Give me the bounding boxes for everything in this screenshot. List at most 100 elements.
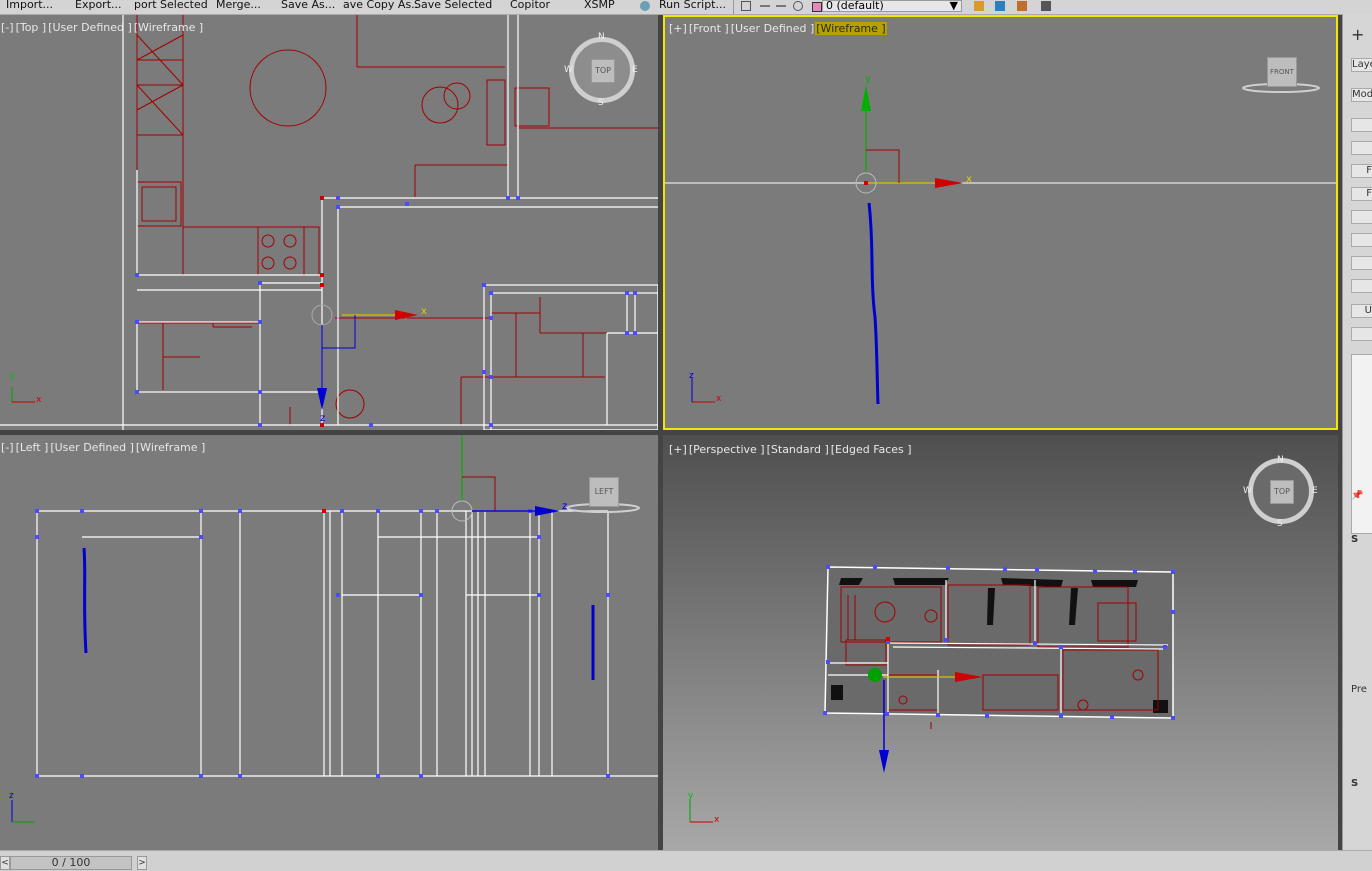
viewport-left-label[interactable]: [-] [Left ] [User Defined ] [Wireframe ] <box>0 441 206 454</box>
gizmo-z-label: z <box>320 413 326 424</box>
viewcube-face[interactable]: TOP <box>1270 480 1294 504</box>
copitor-button[interactable]: Copitor <box>510 0 550 12</box>
compass-s: S <box>1277 519 1283 529</box>
compass-n: N <box>598 32 605 42</box>
axis-x-label: x <box>716 394 722 404</box>
line-icon[interactable] <box>776 5 786 7</box>
create-tab-icon[interactable]: + <box>1351 26 1372 46</box>
panel-button[interactable] <box>1351 279 1372 293</box>
viewcube-face[interactable]: LEFT <box>589 477 619 507</box>
vp-shading-menu[interactable]: [Wireframe ] <box>815 22 887 35</box>
vp-camera-menu[interactable]: [User Defined ] <box>47 21 133 34</box>
layer-dropdown[interactable]: 0 (default) ▼ <box>822 0 962 12</box>
viewport-left[interactable]: z z [-] [Left ] [User Defined ] [Wireframe … <box>0 435 658 850</box>
freeze-icon[interactable] <box>793 1 803 11</box>
script-icon <box>640 1 650 11</box>
axis-z-label: z <box>9 791 14 801</box>
vp-view-menu[interactable]: [Top ] <box>15 21 48 34</box>
command-panel: + Laye Modi F F U 📌 S Pre S <box>1342 14 1372 850</box>
save-as-button[interactable]: Save As... <box>281 0 335 12</box>
compass-e: E <box>632 65 638 75</box>
panel-button[interactable]: U <box>1351 304 1372 318</box>
timeline-next-button[interactable]: > <box>137 856 147 870</box>
axis-z-label: z <box>689 371 694 381</box>
layer-color-swatch[interactable] <box>812 2 822 12</box>
select-layer-icon[interactable] <box>1017 1 1027 11</box>
compass-w: W <box>1243 486 1252 496</box>
axis-y-label: y <box>688 791 694 801</box>
layer-props-icon[interactable] <box>1041 1 1051 11</box>
compass-s: S <box>598 98 604 108</box>
panel-button[interactable] <box>1351 233 1372 247</box>
viewport-front[interactable]: x y z x [+] [Front ] [User Defined ] [Wiref… <box>663 15 1338 430</box>
rollout-header[interactable]: S <box>1351 534 1372 548</box>
vp-plus-menu[interactable]: [-] <box>0 21 15 34</box>
perspective-model-drawing <box>689 565 1175 823</box>
chevron-down-icon: ▼ <box>949 0 958 12</box>
vp-shading-menu[interactable]: [Edged Faces ] <box>830 443 913 456</box>
vp-camera-menu[interactable]: [User Defined ] <box>730 22 816 35</box>
vp-view-menu[interactable]: [Perspective ] <box>688 443 766 456</box>
panel-button[interactable]: F <box>1351 187 1372 201</box>
vp-view-menu[interactable]: [Left ] <box>15 441 50 454</box>
add-layer-icon[interactable] <box>974 1 984 11</box>
gizmo-y-label: y <box>865 74 871 85</box>
panel-button[interactable] <box>1351 210 1372 224</box>
top-wireframe-drawing <box>0 15 658 430</box>
panel-button[interactable] <box>1351 118 1372 132</box>
viewport-front-label[interactable]: [+] [Front ] [User Defined ] [Wireframe ] <box>668 22 887 35</box>
export-selected-button[interactable]: port Selected <box>134 0 208 12</box>
time-slider[interactable]: 0 / 100 <box>10 856 132 870</box>
rollout-header[interactable]: S <box>1351 778 1372 792</box>
preset-label: Pre <box>1351 684 1367 695</box>
axis-y-label: y <box>10 371 16 381</box>
panel-button[interactable]: F <box>1351 164 1372 178</box>
vp-camera-menu[interactable]: [User Defined ] <box>49 441 135 454</box>
vp-view-menu[interactable]: [Front ] <box>688 22 730 35</box>
run-script-button[interactable]: Run Script... <box>659 0 726 12</box>
viewport-perspective-label[interactable]: [+] [Perspective ] [Standard ] [Edged Faces… <box>668 443 913 456</box>
save-selected-button[interactable]: Save Selected <box>414 0 492 12</box>
modifier-stack[interactable] <box>1351 354 1372 534</box>
xsmp-button[interactable]: XSMP <box>584 0 615 12</box>
status-bar <box>0 850 1372 871</box>
merge-button[interactable]: Merge... <box>216 0 261 12</box>
layers-icon[interactable] <box>995 1 1005 11</box>
viewcube-compass[interactable]: TOP <box>1248 458 1314 524</box>
import-button[interactable]: Import... <box>6 0 53 12</box>
viewport-perspective[interactable]: y x [+] [Perspective ] [Standard ] [Edged F… <box>663 435 1338 850</box>
pin-icon[interactable]: 📌 <box>1351 490 1372 504</box>
viewcube-compass[interactable]: TOP <box>569 37 635 103</box>
gizmo-x-label: x <box>966 174 972 185</box>
vp-shading-menu[interactable]: [Wireframe ] <box>135 441 206 454</box>
panel-button[interactable] <box>1351 256 1372 270</box>
vp-plus-menu[interactable]: [+] <box>668 443 688 456</box>
gizmo-z-label: z <box>562 501 568 512</box>
viewport-top-label[interactable]: [-] [Top ] [User Defined ] [Wireframe ] <box>0 21 204 34</box>
export-button[interactable]: Export... <box>75 0 122 12</box>
modifier-list[interactable]: Modi <box>1351 88 1372 102</box>
save-copy-as-button[interactable]: ave Copy As.. <box>343 0 418 12</box>
layer-dropdown-value: 0 (default) <box>826 0 884 12</box>
vp-shading-menu[interactable]: [Wireframe ] <box>133 21 204 34</box>
timeline-prev-button[interactable]: < <box>0 856 10 870</box>
line-icon[interactable] <box>760 5 770 7</box>
layer-field[interactable]: Laye <box>1351 58 1372 72</box>
axis-x-label: x <box>36 395 42 405</box>
vp-plus-menu[interactable]: [-] <box>0 441 15 454</box>
vp-plus-menu[interactable]: [+] <box>668 22 688 35</box>
layer-manager-icon[interactable] <box>741 1 751 11</box>
left-wireframe-drawing <box>11 435 658 823</box>
compass-w: W <box>564 65 573 75</box>
compass-e: E <box>1312 486 1318 496</box>
vp-camera-menu[interactable]: [Standard ] <box>766 443 830 456</box>
gizmo-x-label: x <box>421 306 427 317</box>
panel-button[interactable] <box>1351 327 1372 341</box>
toolbar-separator <box>733 0 734 14</box>
viewport-top[interactable]: y x x z [-] [Top ] [User Defined ] [Wirefra… <box>0 15 658 430</box>
panel-button[interactable] <box>1351 141 1372 155</box>
main-toolbar: Import... Export... port Selected Merge.… <box>0 0 1372 15</box>
viewcube-face[interactable]: TOP <box>591 59 615 83</box>
compass-n: N <box>1277 455 1284 465</box>
viewcube-face[interactable]: FRONT <box>1267 57 1297 87</box>
